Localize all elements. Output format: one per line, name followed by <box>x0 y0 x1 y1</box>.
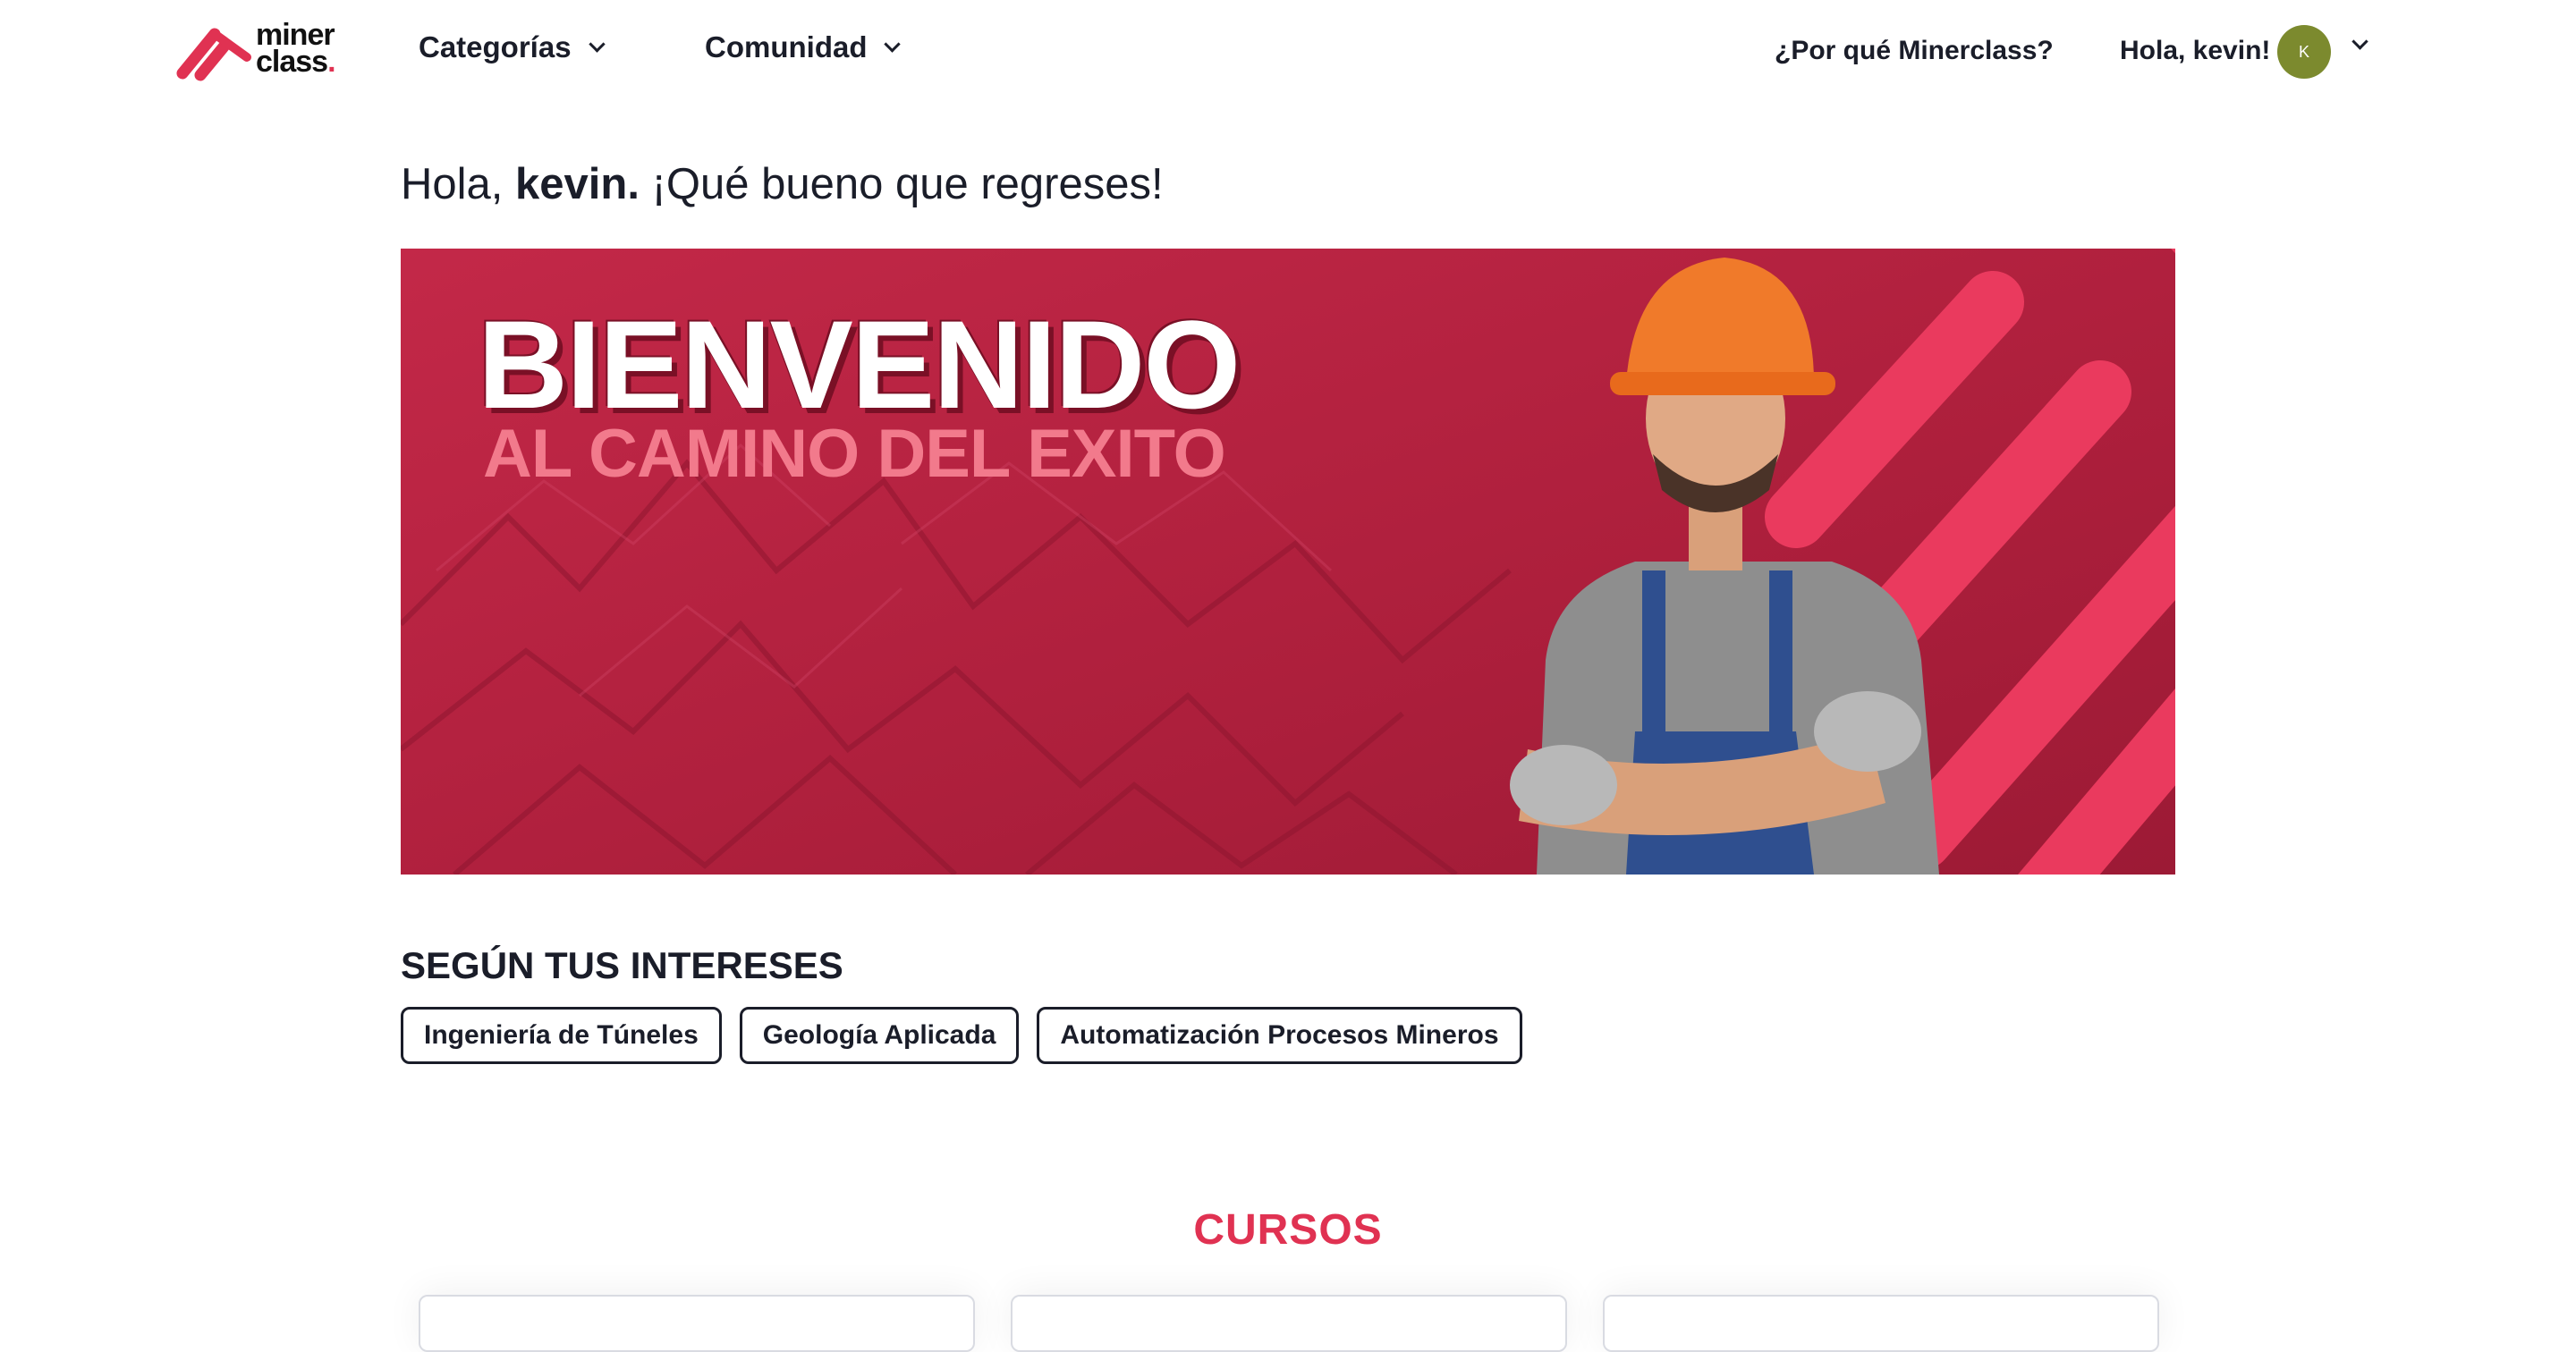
course-card[interactable] <box>419 1295 975 1352</box>
welcome-username: kevin. <box>515 160 640 208</box>
course-card[interactable] <box>1603 1295 2159 1352</box>
welcome-message: Hola, kevin. ¡Qué bueno que regreses! <box>401 159 1164 209</box>
logo-wordmark: miner class. <box>256 20 336 77</box>
interest-chip-tuneles[interactable]: Ingeniería de Túneles <box>401 1007 722 1064</box>
interests-chips: Ingeniería de Túneles Geología Aplicada … <box>401 1007 1522 1064</box>
user-menu-chevron-down-icon[interactable] <box>2351 33 2368 50</box>
chevron-down-icon <box>588 35 606 53</box>
banner-title: BIENVENIDO <box>478 294 1241 435</box>
interest-chip-automatizacion[interactable]: Automatización Procesos Mineros <box>1037 1007 1522 1064</box>
nav-comunidad-label: Comunidad <box>705 30 868 63</box>
courses-title: CURSOS <box>1193 1206 1383 1254</box>
welcome-suffix: ¡Qué bueno que regreses! <box>639 160 1164 208</box>
welcome-prefix: Hola, <box>401 160 516 208</box>
course-card[interactable] <box>1011 1295 1567 1352</box>
why-minerclass-link[interactable]: ¿Por qué Minerclass? <box>1775 36 2054 66</box>
nav-categorias-label: Categorías <box>419 30 572 63</box>
chevron-down-icon <box>884 35 902 53</box>
user-greeting[interactable]: Hola, kevin! <box>2120 36 2270 66</box>
welcome-banner[interactable]: BIENVENIDO AL CAMINO DEL EXITO <box>401 249 2175 875</box>
nav-categorias[interactable]: Categorías <box>419 30 606 64</box>
interests-title: SEGÚN TUS INTERESES <box>401 944 843 986</box>
avatar-initial: K <box>2298 42 2309 61</box>
logo-mark-icon <box>176 28 251 81</box>
banner-subtitle: AL CAMINO DEL EXITO <box>483 416 1226 492</box>
interest-chip-geologia[interactable]: Geología Aplicada <box>739 1007 1020 1064</box>
logo-dot: . <box>327 45 336 79</box>
logo-line-2: class <box>256 45 328 79</box>
nav-comunidad[interactable]: Comunidad <box>705 30 902 64</box>
minerclass-logo[interactable]: miner class. <box>174 20 352 84</box>
top-navbar: miner class. Categorías Comunidad ¿Por q… <box>0 0 2576 106</box>
avatar[interactable]: K <box>2277 25 2331 79</box>
